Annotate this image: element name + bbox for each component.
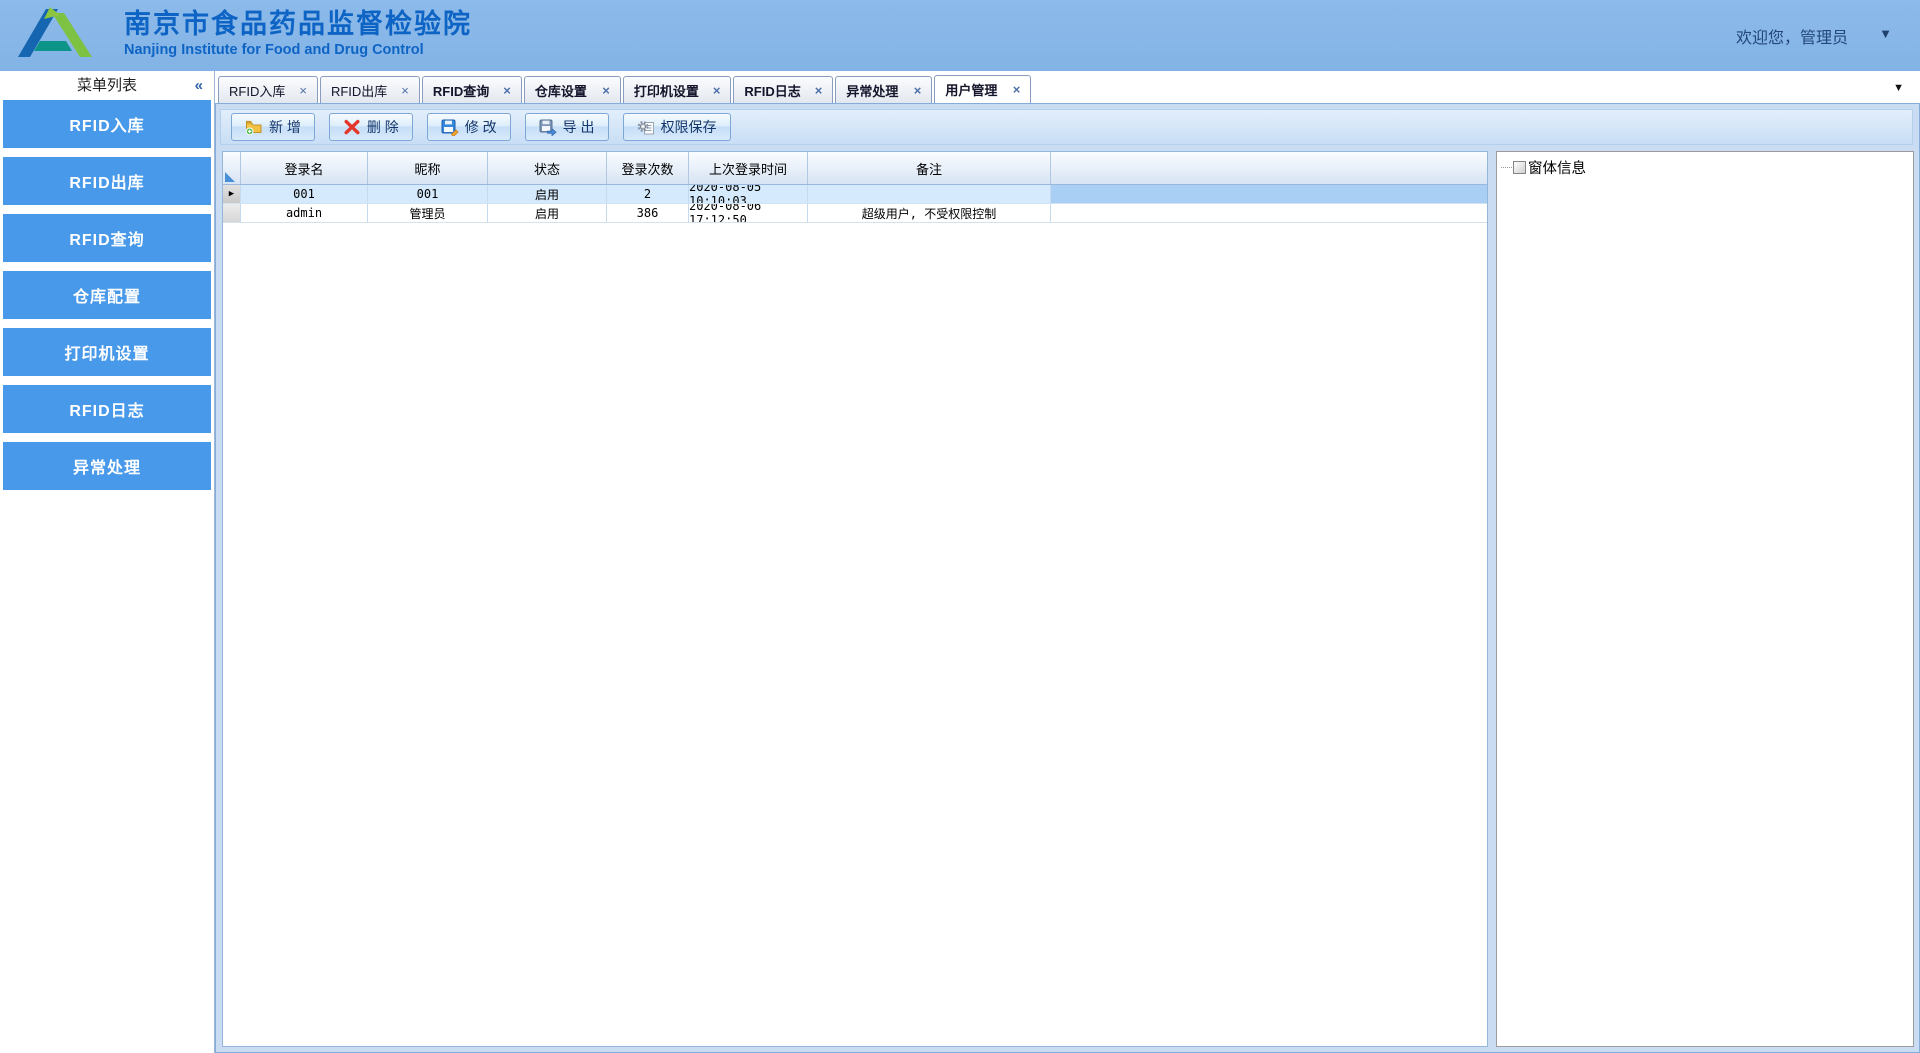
tab-label: 用户管理 xyxy=(945,83,998,98)
tab-overflow-caret-icon[interactable]: ▼ xyxy=(1893,82,1904,94)
new-folder-icon xyxy=(245,120,262,136)
sidebar-item-printer-settings[interactable]: 打印机设置 xyxy=(3,328,211,376)
tab-label: RFID日志 xyxy=(744,83,801,99)
save-edit-icon xyxy=(441,119,459,136)
tab-strip: RFID入库 × RFID出库 × RFID查询 × 仓库设置 × 打印机设置 … xyxy=(215,71,1920,103)
cell-login-count[interactable]: 386 xyxy=(607,204,689,222)
tab-close-icon[interactable]: × xyxy=(503,84,511,97)
tree-node-label: 窗体信息 xyxy=(1528,161,1586,177)
sidebar-item-exception-handling[interactable]: 异常处理 xyxy=(3,442,211,490)
tab-label: 仓库设置 xyxy=(534,83,587,99)
tabs-container: RFID入库 × RFID出库 × RFID查询 × 仓库设置 × 打印机设置 … xyxy=(218,75,1033,103)
sidebar-item-warehouse-config[interactable]: 仓库配置 xyxy=(3,271,211,319)
sidebar-item-rfid-log[interactable]: RFID日志 xyxy=(3,385,211,433)
tab-close-icon[interactable]: × xyxy=(815,84,823,97)
tab-label: RFID查询 xyxy=(432,83,490,99)
form-info-tree-panel: 窗体信息 xyxy=(1496,151,1914,1047)
tab-close-icon[interactable]: × xyxy=(1013,83,1021,96)
column-header-nickname[interactable]: 昵称 xyxy=(368,152,488,184)
row-selector-cell[interactable]: ▶ xyxy=(223,185,241,203)
export-disk-icon xyxy=(539,119,557,136)
toolbar: 新 增 删 除 修 改 导 出 权限保存 xyxy=(220,109,1913,145)
tab-close-icon[interactable]: × xyxy=(914,84,922,97)
sidebar-collapse-icon[interactable]: « xyxy=(195,71,203,100)
tab-close-icon[interactable]: × xyxy=(713,84,721,97)
tab-label: 打印机设置 xyxy=(633,83,699,99)
cell-filler xyxy=(1051,204,1487,222)
column-header-status[interactable]: 状态 xyxy=(488,152,607,184)
add-button[interactable]: 新 增 xyxy=(231,113,315,141)
user-management-panel: 新 增 删 除 修 改 导 出 权限保存 登录名 昵称 状态 登录次数 上次登录… xyxy=(215,103,1920,1053)
menu-sidebar: 菜单列表 « RFID入库 RFID出库 RFID查询 仓库配置 打印机设置 R… xyxy=(0,71,215,1053)
tree-connector-line xyxy=(1501,167,1512,168)
tab-rfid-inbound[interactable]: RFID入库 × xyxy=(218,76,318,103)
save-permissions-button[interactable]: 权限保存 xyxy=(622,113,731,141)
delete-x-icon xyxy=(344,119,360,135)
tab-label: RFID出库 xyxy=(330,83,388,99)
export-button[interactable]: 导 出 xyxy=(524,113,609,141)
delete-button[interactable]: 删 除 xyxy=(328,113,413,141)
users-grid: 登录名 昵称 状态 登录次数 上次登录时间 备注 ▶ 001 001 启用 2 … xyxy=(222,151,1488,1047)
cell-last-login[interactable]: 2020-08-06 17:12:50 xyxy=(689,204,808,222)
tab-label: RFID入库 xyxy=(229,83,286,99)
tab-close-icon[interactable]: × xyxy=(401,84,409,97)
cell-remark[interactable] xyxy=(808,185,1051,203)
grid-header-row: 登录名 昵称 状态 登录次数 上次登录时间 备注 xyxy=(223,152,1487,185)
welcome-user-label: 欢迎您，管理员 xyxy=(1735,30,1848,47)
column-header-filler xyxy=(1051,152,1487,184)
cell-status[interactable]: 启用 xyxy=(488,204,607,222)
delete-button-label: 删 除 xyxy=(366,119,399,135)
modify-button-label: 修 改 xyxy=(464,119,497,135)
row-selector-cell[interactable] xyxy=(223,204,241,222)
table-row[interactable]: ▶ 001 001 启用 2 2020-08-05 10:10:03 xyxy=(223,185,1487,204)
cell-login[interactable]: admin xyxy=(241,204,368,222)
brand-text: 南京市食品药品监督检验院 Nanjing Institute for Food … xyxy=(124,8,472,60)
institute-logo-icon xyxy=(18,7,92,57)
tab-close-icon[interactable]: × xyxy=(602,84,610,97)
tab-rfid-outbound[interactable]: RFID出库 × xyxy=(319,76,420,103)
table-row[interactable]: admin 管理员 启用 386 2020-08-06 17:12:50 超级用… xyxy=(223,204,1487,223)
row-selector-arrow-icon: ▶ xyxy=(228,189,235,199)
app-subtitle: Nanjing Institute for Food and Drug Cont… xyxy=(124,42,424,58)
cell-login[interactable]: 001 xyxy=(241,185,368,203)
tab-exception-handling[interactable]: 异常处理 × xyxy=(835,76,933,103)
tab-user-management[interactable]: 用户管理 × xyxy=(934,75,1032,103)
column-header-login-count[interactable]: 登录次数 xyxy=(607,152,689,184)
cell-filler xyxy=(1051,185,1487,203)
app-header: 南京市食品药品监督检验院 Nanjing Institute for Food … xyxy=(0,0,1920,71)
cell-status[interactable]: 启用 xyxy=(488,185,607,203)
cell-last-login[interactable]: 2020-08-05 10:10:03 xyxy=(689,185,808,203)
sidebar-item-rfid-inbound[interactable]: RFID入库 xyxy=(3,100,211,148)
user-menu-caret-icon[interactable]: ▼ xyxy=(1879,26,1892,41)
select-all-corner[interactable] xyxy=(223,152,241,184)
tab-label: 异常处理 xyxy=(846,83,899,99)
tab-warehouse-settings[interactable]: 仓库设置 × xyxy=(523,76,621,103)
column-header-login[interactable]: 登录名 xyxy=(241,152,368,184)
export-button-label: 导 出 xyxy=(562,119,595,135)
tab-rfid-query[interactable]: RFID查询 × xyxy=(421,76,522,103)
sidebar-item-rfid-query[interactable]: RFID查询 xyxy=(3,214,211,262)
tab-printer-settings[interactable]: 打印机设置 × xyxy=(622,76,732,103)
save-permissions-button-label: 权限保存 xyxy=(660,119,717,135)
cell-remark[interactable]: 超级用户, 不受权限控制 xyxy=(808,204,1051,222)
tab-close-icon[interactable]: × xyxy=(299,84,307,97)
sidebar-title: 菜单列表 xyxy=(76,77,137,94)
tree-node-form-info[interactable]: 窗体信息 xyxy=(1501,157,1909,178)
column-header-remark[interactable]: 备注 xyxy=(808,152,1051,184)
cell-nickname[interactable]: 001 xyxy=(368,185,488,203)
corner-triangle-icon xyxy=(225,172,235,182)
column-header-last-login[interactable]: 上次登录时间 xyxy=(689,152,808,184)
app-title: 南京市食品药品监督检验院 xyxy=(124,9,472,39)
modify-button[interactable]: 修 改 xyxy=(426,113,511,141)
tree-checkbox[interactable] xyxy=(1513,161,1526,174)
tab-rfid-log[interactable]: RFID日志 × xyxy=(733,76,834,103)
sidebar-header: 菜单列表 « xyxy=(0,71,214,100)
sidebar-item-rfid-outbound[interactable]: RFID出库 xyxy=(3,157,211,205)
cell-login-count[interactable]: 2 xyxy=(607,185,689,203)
permission-gear-icon xyxy=(637,121,654,135)
add-button-label: 新 增 xyxy=(269,119,301,135)
cell-nickname[interactable]: 管理员 xyxy=(368,204,488,222)
